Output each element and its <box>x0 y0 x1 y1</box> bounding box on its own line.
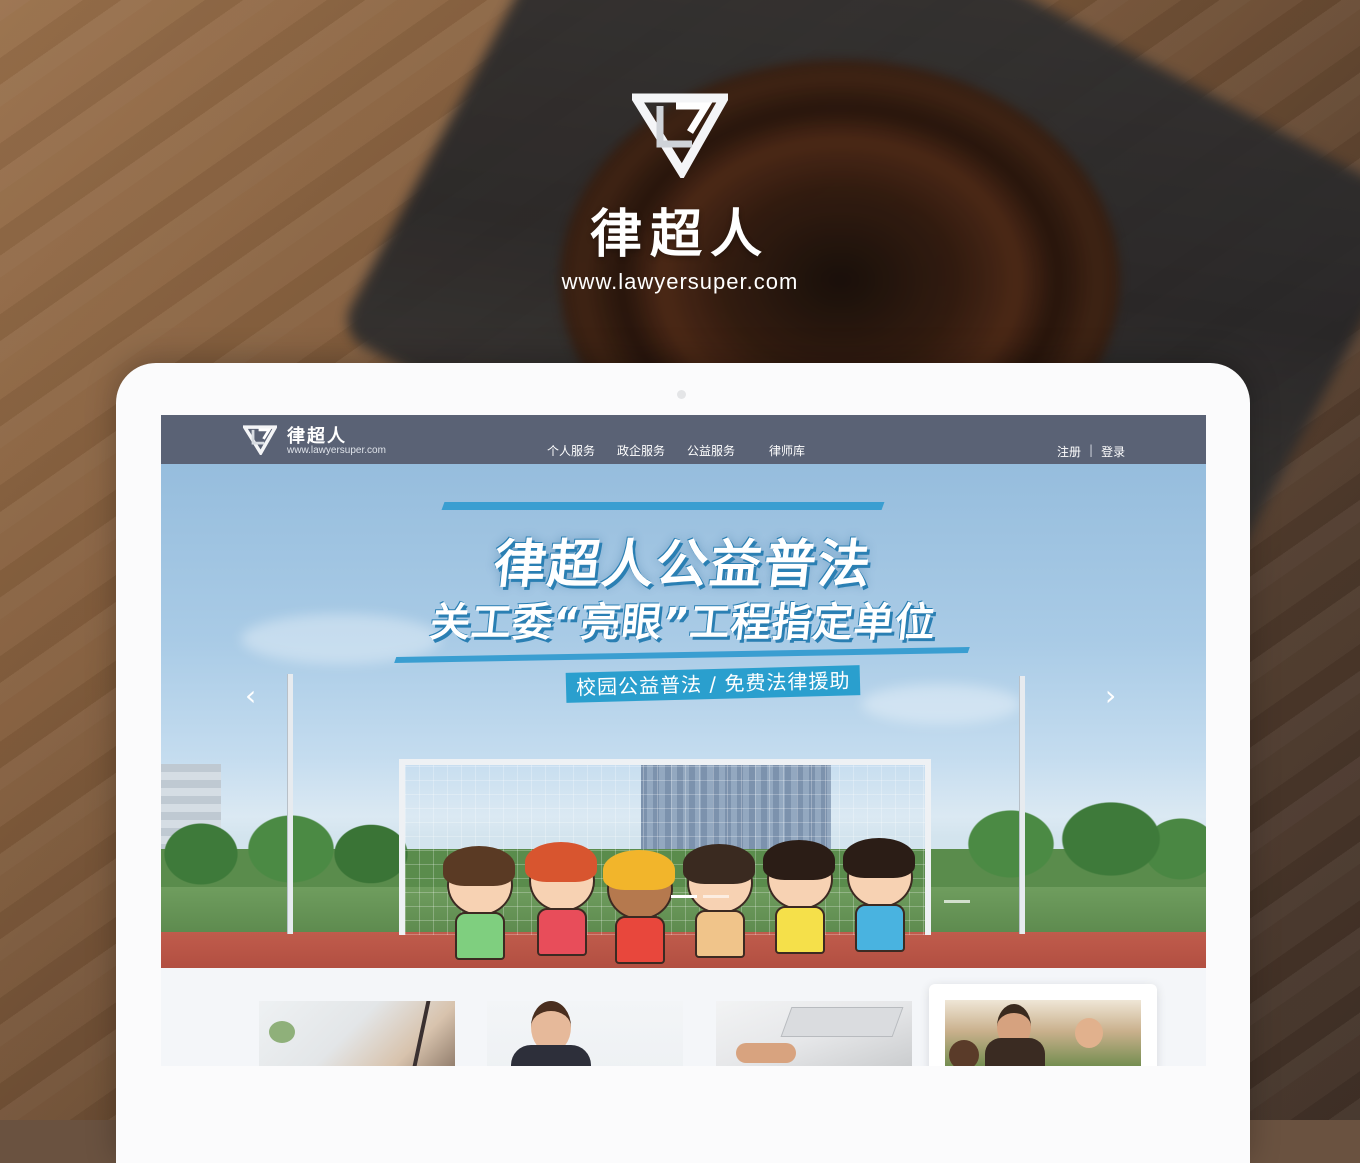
kid-figure <box>603 850 675 964</box>
banner-headline: 律超人公益普法 <box>490 535 876 595</box>
banner-tagline: 校园公益普法 / 免费法律援助 <box>565 665 861 703</box>
kid-figure <box>683 844 755 958</box>
register-link[interactable]: 注册 <box>1057 443 1081 460</box>
brand-logo-icon <box>0 92 1360 178</box>
menu-item-public-welfare[interactable]: 公益服务 <box>687 442 735 459</box>
auth-links: 注册 | 登录 <box>1057 443 1125 460</box>
brand-name: 律超人 <box>589 205 770 265</box>
light-pole-right <box>1019 676 1025 934</box>
brand-url: www.lawyersuper.com <box>561 269 799 294</box>
site-url: www.lawyersuper.com <box>287 445 386 456</box>
service-cards-row <box>161 968 1206 1066</box>
menu-item-lawyer-directory[interactable]: 律师库 <box>769 442 805 459</box>
kid-figure <box>525 842 597 956</box>
service-card-image[interactable] <box>487 1001 683 1066</box>
brand-header: 律超人 www.lawyersuper.com <box>0 92 1360 295</box>
banner-subline: 关工委“亮眼”工程指定单位 <box>427 600 939 646</box>
service-card-image[interactable] <box>259 1001 455 1066</box>
cartoon-kids-illustration <box>443 838 917 966</box>
carousel-dot[interactable] <box>671 895 697 898</box>
site-logo-icon[interactable] <box>241 425 279 459</box>
menu-item-government-services[interactable]: 政企服务 <box>617 442 665 459</box>
chevron-right-icon[interactable]: › <box>1105 679 1116 712</box>
carousel-indicators <box>671 895 729 898</box>
menu-item-personal-services[interactable]: 个人服务 <box>547 442 595 459</box>
chevron-left-icon[interactable]: ‹ <box>245 679 256 712</box>
service-card-image[interactable] <box>716 1001 912 1066</box>
carousel-dot[interactable] <box>703 895 729 898</box>
decor-stripe-bottom <box>394 647 970 663</box>
kid-figure <box>843 838 915 952</box>
top-nav-bar: 律超人 www.lawyersuper.com 个人服务 政企服务 公益服务 律… <box>161 415 1206 464</box>
service-card-featured[interactable] <box>929 984 1157 1066</box>
login-link[interactable]: 登录 <box>1101 443 1125 460</box>
carousel-dot[interactable] <box>944 900 970 903</box>
main-menu: 个人服务 政企服务 公益服务 律师库 <box>547 442 805 459</box>
decor-stripe-top <box>441 502 885 510</box>
website-screen: 律超人 www.lawyersuper.com 个人服务 政企服务 公益服务 律… <box>161 415 1206 1066</box>
hero-banner[interactable]: 律超人公益普法 关工委“亮眼”工程指定单位 校园公益普法 / 免费法律援助 ‹ … <box>161 464 1206 968</box>
auth-separator: | <box>1089 443 1094 457</box>
kid-figure <box>763 840 835 954</box>
light-pole-left <box>287 674 293 934</box>
webcam-dot <box>677 390 686 399</box>
kid-figure <box>443 846 515 960</box>
